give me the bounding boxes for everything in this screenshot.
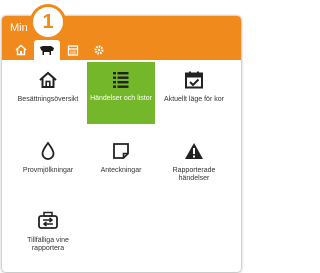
nav-tab-home[interactable]	[8, 40, 34, 60]
menu-item-herd-overview[interactable]: Besättningsöversikt	[14, 63, 82, 125]
home-icon	[37, 69, 59, 91]
note-icon	[110, 140, 132, 162]
menu-item-label: Aktuellt läge för kor	[164, 96, 224, 103]
menu-item-label: Anteckningar	[100, 167, 142, 174]
menu-item-notes[interactable]: Anteckningar	[87, 134, 155, 196]
menu-item-label: Provmjölkningar	[22, 167, 74, 174]
menu-item-test-milkings[interactable]: Provmjölkningar	[14, 134, 82, 196]
menu-item-label: Tillfälliga vine rapportera	[27, 237, 69, 252]
nav-tab-calendar[interactable]	[60, 40, 86, 60]
settings-icon	[94, 45, 104, 55]
warning-icon	[183, 140, 205, 162]
step-number-badge: 1	[30, 4, 66, 40]
menu-item-label: Rapporterade händelser	[172, 167, 216, 182]
menu-item-label: Händelser och listor	[90, 95, 152, 102]
calendar-check-icon	[183, 69, 205, 91]
menu-item-label: Besättningsöversikt	[17, 96, 79, 103]
nav-tab-herd[interactable]	[34, 40, 60, 60]
menu-item-reported-events[interactable]: Rapporterade händelser	[160, 134, 228, 196]
app-menu-panel: Min Besättningsöversikt Händelser och li…	[2, 16, 241, 272]
top-nav	[2, 40, 241, 60]
nav-tab-settings[interactable]	[86, 40, 112, 60]
calendar-icon	[67, 45, 79, 56]
cow-icon	[40, 46, 54, 55]
header-title: Min	[10, 22, 28, 34]
app-root: Min Besättningsöversikt Händelser och li…	[0, 0, 243, 273]
list-icon	[110, 68, 132, 90]
menu-item-current-cow-status[interactable]: Aktuellt läge för kor	[160, 63, 228, 125]
menu-item-events-lists[interactable]: Händelser och listor	[87, 62, 155, 124]
transfer-icon	[37, 210, 59, 232]
menu-item-temporary-reports[interactable]: Tillfälliga vine rapportera	[14, 204, 82, 266]
home-icon	[15, 44, 27, 56]
drop-icon	[37, 140, 59, 162]
